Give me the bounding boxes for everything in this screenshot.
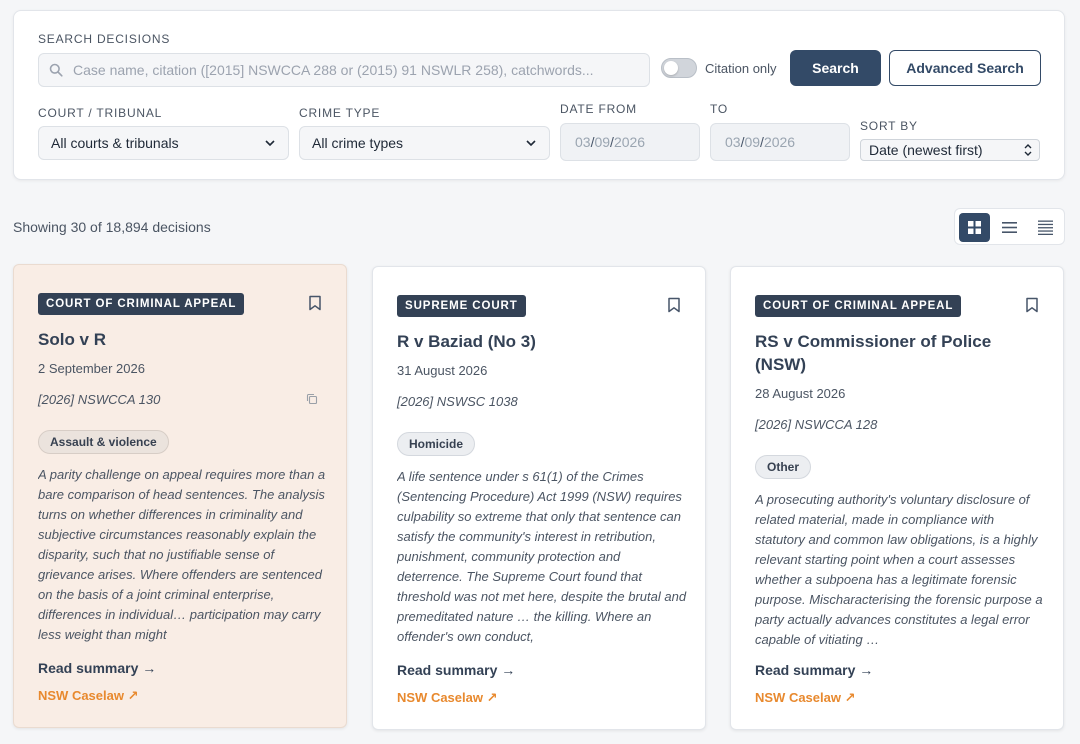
list-icon [1002,222,1017,233]
case-title[interactable]: R v Baziad (No 3) [397,330,667,353]
case-summary: A prosecuting authority's voluntary disc… [755,492,1043,647]
search-button[interactable]: Search [790,50,881,86]
updown-chevron-icon [1024,144,1032,156]
bookmark-icon[interactable] [667,297,681,313]
search-icon [49,63,63,77]
crime-type-select[interactable]: All crime types [299,126,550,160]
grid-view-button[interactable] [959,213,990,242]
citation: [2026] NSWSC 1038 [397,394,518,409]
case-summary: A parity challenge on appeal requires mo… [38,467,326,642]
decision-card[interactable]: COURT OF CRIMINAL APPEAL RS v Commission… [730,266,1064,730]
case-summary: A life sentence under s 61(1) of the Cri… [397,469,687,644]
sort-select-value: Date (newest first) [869,142,983,158]
court-badge: COURT OF CRIMINAL APPEAL [38,293,245,315]
results-count: Showing 30 of 18,894 decisions [13,219,211,235]
court-badge: SUPREME COURT [397,295,526,317]
search-label: SEARCH DECISIONS [38,32,171,46]
case-title[interactable]: RS v Commissioner of Police (NSW) [755,330,1025,376]
bookmark-icon[interactable] [1025,297,1039,313]
date-from-label: DATE FROM [560,102,637,116]
crime-type-select-value: All crime types [312,135,404,151]
date-from-month: 03 [575,134,591,150]
date-to-day: 09 [744,134,761,150]
view-mode-toggle [954,208,1065,245]
crime-type-tag: Homicide [397,432,476,456]
date-from-year: 2026 [613,134,646,150]
compact-view-button[interactable] [1030,213,1061,242]
chevron-down-icon [526,140,536,147]
court-select-value: All courts & tribunals [51,135,179,151]
compact-list-icon [1038,220,1053,235]
court-badge: COURT OF CRIMINAL APPEAL [755,295,962,317]
search-input-wrapper[interactable] [38,53,650,87]
chevron-down-icon [265,140,275,147]
court-select[interactable]: All courts & tribunals [38,126,289,160]
decision-card[interactable]: COURT OF CRIMINAL APPEAL Solo v R 2 Sept… [13,264,347,728]
bookmark-icon[interactable] [308,295,322,311]
date-from-input[interactable]: 03/09/2026 [560,123,700,161]
crime-type-tag: Other [755,455,812,479]
grid-icon [968,221,981,234]
date-to-label: TO [710,102,729,116]
crime-type-label: CRIME TYPE [299,106,381,120]
citation-only-toggle[interactable] [661,58,697,78]
court-label: COURT / TRIBUNAL [38,106,163,120]
decision-card[interactable]: SUPREME COURT R v Baziad (No 3) 31 Augus… [372,266,706,730]
read-summary-link[interactable]: Read summary → [38,660,156,676]
nsw-caselaw-link[interactable]: NSW Caselaw ↗ [755,690,855,706]
search-panel: SEARCH DECISIONS Citation only Search Ad… [13,10,1065,180]
date-to-year: 2026 [763,134,796,150]
decision-date: 31 August 2026 [397,363,488,378]
citation: [2026] NSWCCA 128 [755,417,878,432]
crime-type-tag: Assault & violence [38,430,169,454]
read-summary-link[interactable]: Read summary → [397,662,515,678]
citation: [2026] NSWCCA 130 [38,392,161,407]
sort-select[interactable]: Date (newest first) [860,139,1040,161]
date-to-month: 03 [725,134,741,150]
list-view-button[interactable] [994,213,1025,242]
nsw-caselaw-link[interactable]: NSW Caselaw ↗ [38,688,138,704]
citation-only-label: Citation only [705,61,777,76]
search-input[interactable] [73,62,633,78]
case-title[interactable]: Solo v R [38,328,308,351]
advanced-search-button[interactable]: Advanced Search [889,50,1041,86]
read-summary-link[interactable]: Read summary → [755,662,873,678]
decision-date: 2 September 2026 [38,361,145,376]
date-to-input[interactable]: 03/09/2026 [710,123,850,161]
sort-label: SORT BY [860,119,918,133]
decision-date: 28 August 2026 [755,386,846,401]
nsw-caselaw-link[interactable]: NSW Caselaw ↗ [397,690,497,706]
date-from-day: 09 [594,134,611,150]
copy-icon[interactable] [306,393,318,405]
toggle-knob [664,61,678,75]
